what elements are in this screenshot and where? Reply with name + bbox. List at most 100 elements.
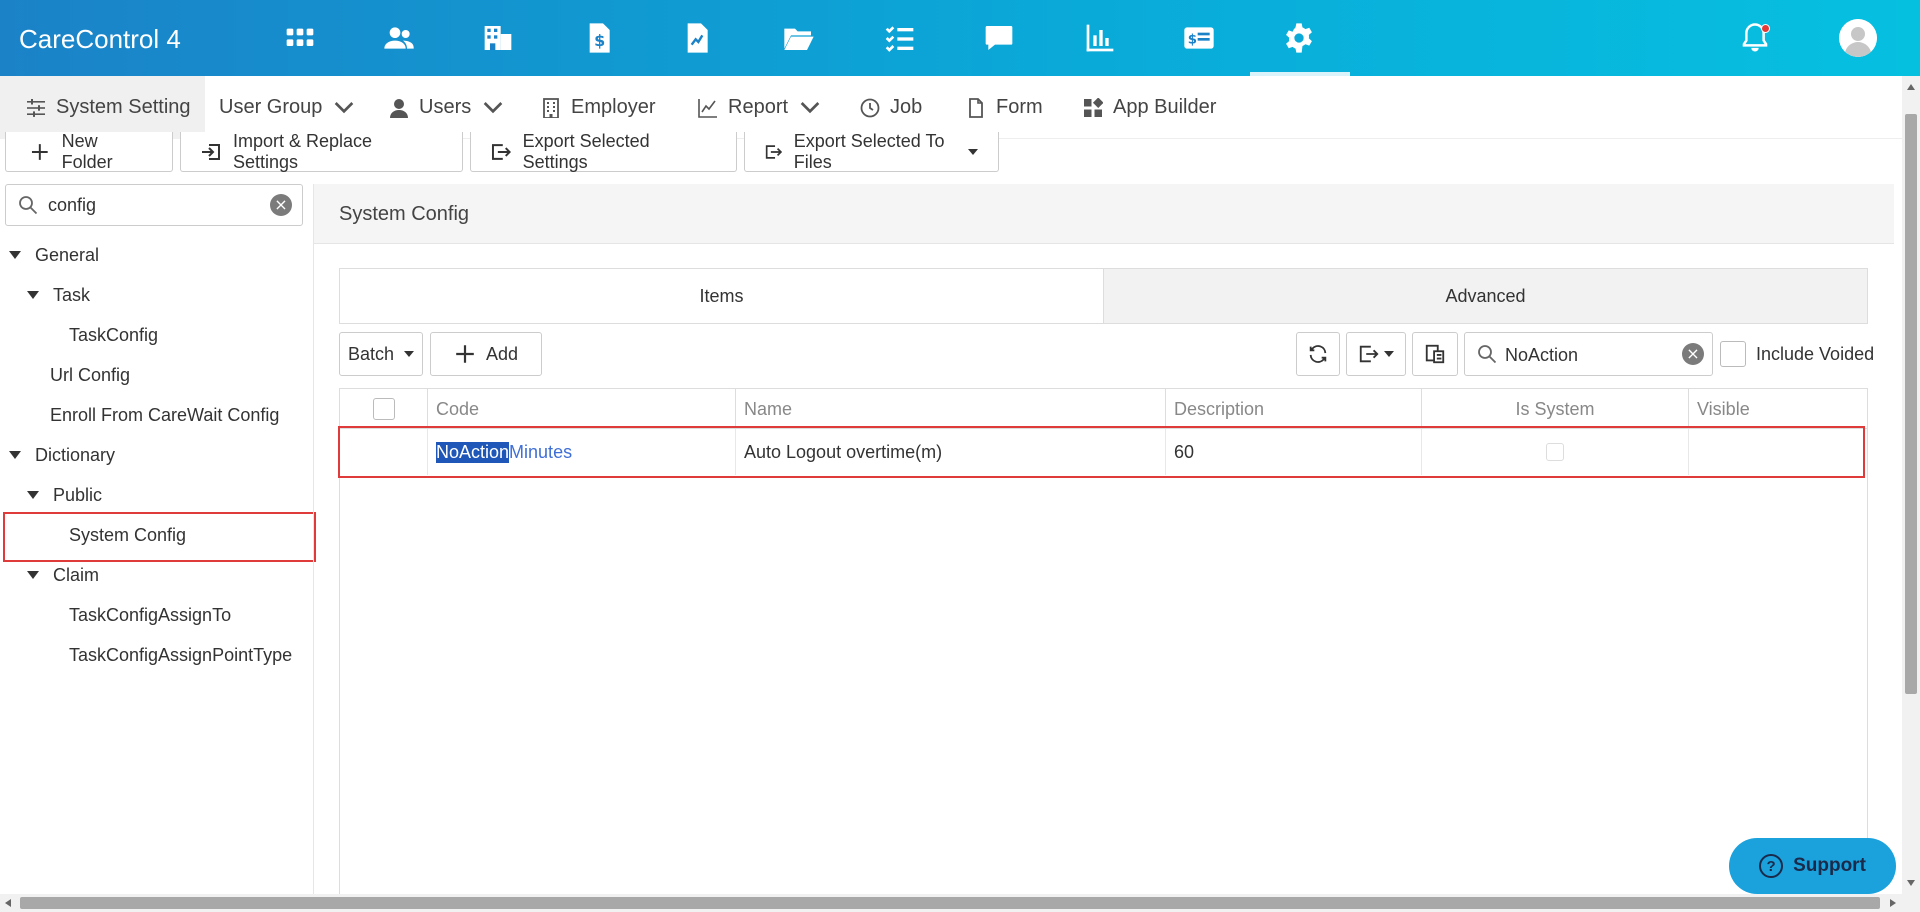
nav-form[interactable]: Form [966,76,1043,139]
select-all-column [340,389,428,429]
column-visible[interactable]: Visible [1689,389,1867,429]
tree-search: × [5,184,303,226]
support-label: Support [1793,855,1866,876]
caret-down-icon [968,148,978,155]
plus-icon [31,143,48,160]
apps-grid-icon[interactable] [282,20,318,56]
chevron-down-icon [800,101,820,113]
tree-node-assign-to[interactable]: TaskConfigAssignTo [69,596,231,634]
column-is-system[interactable]: Is System [1422,389,1689,429]
settings-gear-icon[interactable] [1281,20,1317,56]
new-folder-button[interactable]: New Folder [5,131,173,172]
horizontal-scroll-thumb[interactable] [20,897,1880,909]
tree-node-general[interactable]: General [9,236,99,274]
grid-search-input[interactable] [1505,343,1665,367]
scroll-right-arrow-icon[interactable] [1890,899,1896,907]
users-icon[interactable] [381,20,417,56]
tree-node-taskconfig[interactable]: TaskConfig [69,316,158,354]
tree-node-label: TaskConfigAssignPointType [69,644,293,665]
bar-chart-icon[interactable] [1082,20,1118,56]
tree-node-label: General [35,244,100,265]
column-description[interactable]: Description [1166,389,1422,429]
export-grid-dropdown[interactable] [1346,332,1406,376]
vertical-scrollbar[interactable] [1902,76,1920,896]
plus-icon [456,345,474,363]
invoice-dollar-icon[interactable]: $ [581,20,617,56]
document-icon [969,97,983,118]
column-name[interactable]: Name [736,389,1166,429]
id-card-icon[interactable]: $ [1181,20,1217,56]
export-files-label: Export Selected To Files [793,130,945,172]
scroll-left-arrow-icon[interactable] [5,899,11,907]
horizontal-scrollbar[interactable] [0,894,1920,912]
column-code[interactable]: Code [428,389,736,429]
nav-app-builder[interactable]: App Builder [1083,76,1216,139]
buildings-icon[interactable] [480,20,516,56]
export-selected-button[interactable]: Export Selected Settings [470,131,737,172]
refresh-button[interactable] [1296,332,1340,376]
select-all-checkbox[interactable] [372,398,395,420]
panel-title: System Config [339,203,470,225]
caret-down-icon [1384,351,1394,357]
tree-node-task[interactable]: Task [27,276,90,314]
tree-node-url-config[interactable]: Url Config [50,356,130,394]
column-chooser-icon [1425,344,1445,364]
clear-search-icon[interactable]: × [270,194,292,216]
tree-node-label: Claim [53,564,100,585]
import-icon [201,143,220,160]
expanded-caret-icon [27,571,39,579]
tree-node-claim[interactable]: Claim [27,556,99,594]
app-title[interactable]: CareControl 4 [19,24,181,55]
include-voided-toggle[interactable]: Include Voided [1720,341,1874,367]
scroll-down-arrow-icon[interactable] [1907,880,1915,886]
tree-node-assign-point-type[interactable]: TaskConfigAssignPointType [69,636,292,674]
clear-search-icon[interactable]: × [1682,343,1704,365]
nav-users-label: Users [419,96,472,118]
export-files-dropdown[interactable]: Export Selected To Files [744,130,999,172]
vertical-scroll-thumb[interactable] [1905,114,1917,694]
include-voided-checkbox[interactable] [1720,341,1746,367]
chat-icon[interactable] [981,20,1017,56]
caret-down-icon [404,351,415,357]
nav-employer-label: Employer [571,96,656,118]
scroll-up-arrow-icon[interactable] [1907,84,1915,90]
document-chart-icon[interactable] [679,20,715,56]
nav-report-label: Report [728,96,789,118]
sliders-icon [27,98,45,117]
tree-node-label: Dictionary [35,444,116,465]
expanded-caret-icon [9,451,21,459]
system-config-panel: System Config Items Advanced Batch Add ×… [314,184,1894,896]
tree-node-enroll-config[interactable]: Enroll From CareWait Config [50,396,279,434]
panel-header: System Config [314,184,1894,244]
export-icon [1359,345,1379,363]
task-list-icon[interactable] [882,20,918,56]
nav-app-builder-label: App Builder [1113,96,1217,118]
help-question-icon: ? [1759,854,1784,878]
tree-node-public[interactable]: Public [27,476,102,514]
batch-dropdown[interactable]: Batch [339,332,423,376]
tab-advanced[interactable]: Advanced [1103,269,1867,323]
tree-node-label: TaskConfig [69,324,159,345]
search-icon [1478,345,1497,364]
tree-node-label: Public [53,484,103,505]
user-avatar[interactable] [1839,19,1877,57]
notifications-bell-icon[interactable] [1740,22,1770,59]
svg-text:$: $ [1188,32,1197,47]
notification-dot [1761,24,1770,33]
tab-items[interactable]: Items [340,269,1103,323]
support-button[interactable]: ? Support [1729,838,1896,894]
folder-open-icon[interactable] [781,20,817,56]
svg-text:$: $ [594,31,605,50]
column-chooser-button[interactable] [1412,332,1458,376]
batch-label: Batch [347,343,395,364]
tree-search-input[interactable] [48,193,268,217]
add-button[interactable]: Add [430,332,542,376]
grid-search: × [1464,332,1713,376]
selected-node-highlight [3,512,316,562]
line-chart-icon [698,98,717,118]
import-replace-button[interactable]: Import & Replace Settings [180,131,463,172]
export-icon [491,143,511,160]
include-voided-label: Include Voided [1756,343,1875,364]
search-icon [19,196,38,215]
tree-node-dictionary[interactable]: Dictionary [9,436,115,474]
